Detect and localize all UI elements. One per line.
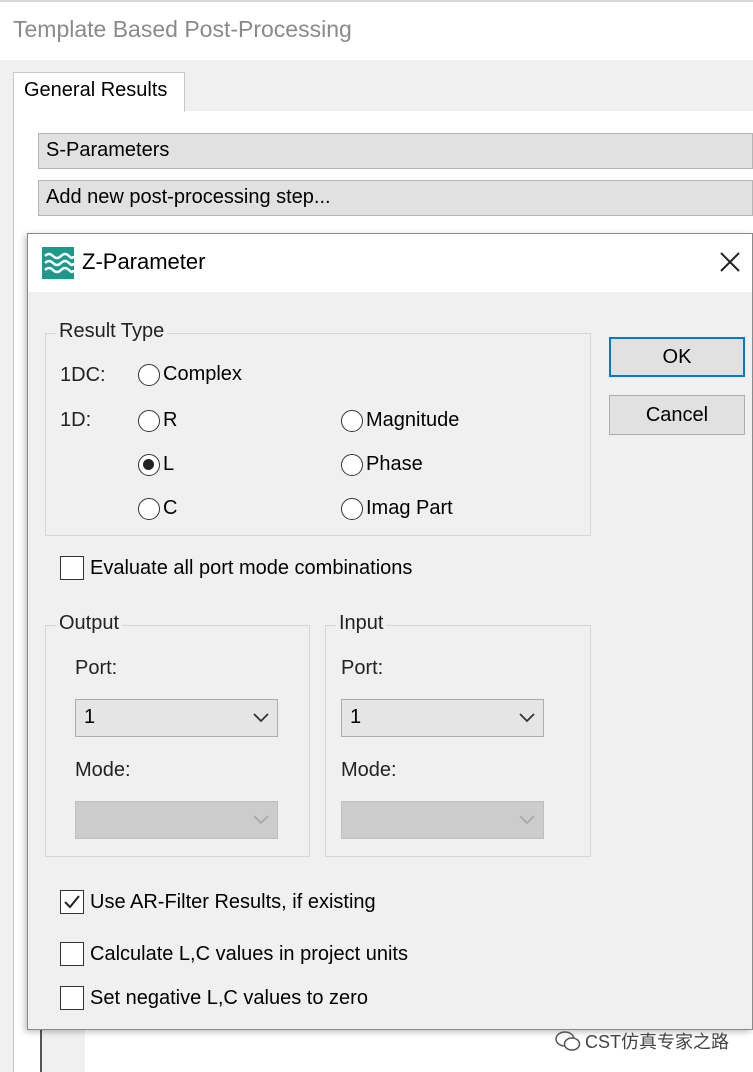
close-button[interactable] (712, 244, 748, 280)
ar-filter-label: Use AR-Filter Results, if existing (90, 890, 376, 913)
radio-complex[interactable]: Complex (138, 363, 242, 386)
input-group-label: Input (336, 612, 387, 635)
radio-circle-selected (138, 453, 160, 476)
output-port-label: Port: (75, 657, 118, 679)
watermark-text: CST仿真专家之路 (585, 1032, 729, 1052)
dialog-titlebar: Z-Parameter (28, 234, 752, 292)
radio-circle (138, 363, 160, 386)
checkbox-box (60, 942, 84, 966)
chevron-down-icon (253, 713, 269, 723)
chevron-down-icon (519, 815, 535, 825)
project-units-checkbox[interactable]: Calculate L,C values in project units (60, 942, 408, 966)
evaluate-all-ports-checkbox[interactable]: Evaluate all port mode combinations (60, 556, 412, 580)
cst-app-icon (42, 247, 75, 279)
radio-phase-label: Phase (366, 453, 423, 475)
radio-complex-label: Complex (163, 363, 242, 385)
radio-r[interactable]: R (138, 409, 177, 432)
checkbox-box-checked (60, 890, 84, 914)
checkmark-icon (64, 895, 80, 909)
project-units-label: Calculate L,C values in project units (90, 942, 408, 965)
radio-l[interactable]: L (138, 453, 174, 476)
evaluate-all-ports-label: Evaluate all port mode combinations (90, 556, 413, 579)
dialog-title: Z-Parameter (82, 249, 206, 274)
radio-circle (138, 409, 160, 432)
result-type-group: Result Type (45, 320, 591, 536)
output-port-value: 1 (84, 706, 96, 728)
s-parameters-step[interactable]: S-Parameters (38, 133, 753, 169)
chevron-down-icon (519, 713, 535, 723)
output-group-label: Output (56, 612, 123, 635)
output-mode-select[interactable] (75, 801, 278, 839)
radio-circle (341, 453, 363, 476)
negative-zero-checkbox[interactable]: Set negative L,C values to zero (60, 986, 368, 1010)
radio-magnitude[interactable]: Magnitude (341, 409, 459, 432)
cancel-button[interactable]: Cancel (609, 395, 745, 435)
label-1d: 1D: (60, 409, 92, 431)
negative-zero-label: Set negative L,C values to zero (90, 986, 368, 1009)
radio-imag-part-label: Imag Part (366, 497, 453, 519)
input-port-select[interactable]: 1 (341, 699, 544, 737)
radio-l-label: L (163, 453, 175, 475)
ok-button[interactable]: OK (609, 337, 745, 377)
input-mode-label: Mode: (341, 759, 397, 781)
wechat-icon (555, 1031, 581, 1051)
label-1dc: 1DC: (60, 364, 106, 386)
window-title: Template Based Post-Processing (13, 16, 352, 42)
radio-c[interactable]: C (138, 497, 177, 520)
output-port-select[interactable]: 1 (75, 699, 278, 737)
radio-imag-part[interactable]: Imag Part (341, 497, 453, 520)
input-port-value: 1 (350, 706, 362, 728)
radio-circle (138, 497, 160, 520)
checkbox-box (60, 986, 84, 1010)
checkbox-box (60, 556, 84, 580)
watermark: CST仿真专家之路 (555, 1028, 729, 1054)
output-mode-label: Mode: (75, 759, 131, 781)
radio-phase[interactable]: Phase (341, 453, 423, 476)
radio-r-label: R (163, 409, 178, 431)
radio-c-label: C (163, 497, 178, 519)
ar-filter-checkbox[interactable]: Use AR-Filter Results, if existing (60, 890, 376, 914)
radio-circle (341, 497, 363, 520)
add-post-processing-step[interactable]: Add new post-processing step... (38, 180, 753, 216)
input-port-label: Port: (341, 657, 384, 679)
radio-magnitude-label: Magnitude (366, 409, 460, 431)
window-top-border (0, 0, 753, 2)
tab-general-results[interactable]: General Results (13, 72, 185, 112)
result-type-label: Result Type (56, 320, 168, 343)
z-parameter-dialog: Z-Parameter Result Type 1DC: 1D: Complex… (27, 233, 753, 1030)
radio-circle (341, 409, 363, 432)
close-icon (720, 252, 740, 272)
chevron-down-icon (253, 815, 269, 825)
input-mode-select[interactable] (341, 801, 544, 839)
